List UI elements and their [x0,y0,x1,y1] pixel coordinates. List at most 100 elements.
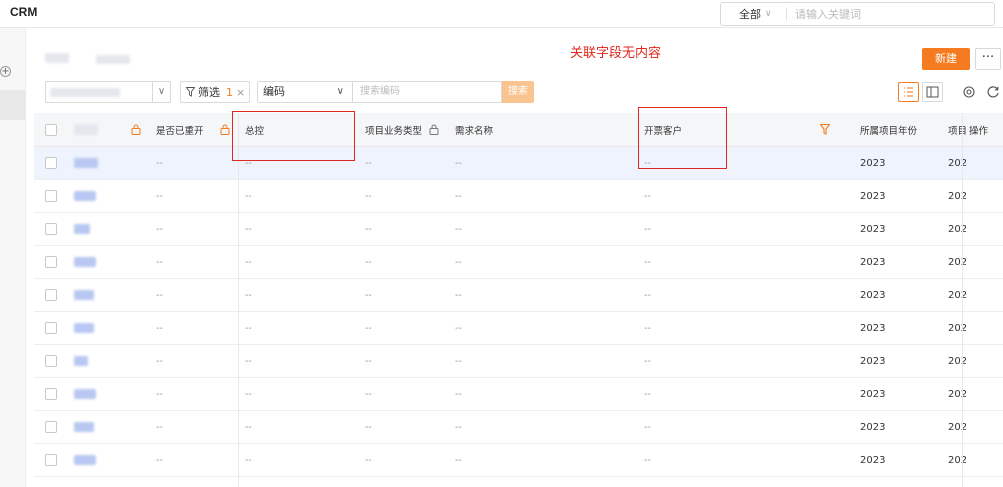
cell-project-short: 202 [948,289,968,301]
row-name-redacted[interactable] [74,191,96,201]
table-row[interactable]: -- -- -- -- -- 2023 202 [34,180,1003,213]
table-row[interactable]: -- -- -- -- -- 2023 202 [34,378,1003,411]
cell-reopened: -- [156,256,163,268]
global-search-input[interactable]: 请输入关键词 [787,6,861,22]
cell-project-short: 202 [948,190,968,202]
col-header-project-year[interactable]: 所属项目年份 [860,113,917,146]
row-name-redacted[interactable] [74,224,90,234]
cell-project-short: 202 [948,223,968,235]
row-name-redacted[interactable] [74,356,88,366]
cell-master: -- [245,190,252,202]
cell-biz-type: -- [365,289,372,301]
filter-chip[interactable]: 筛选 1 × [180,81,250,103]
cell-biz-type: -- [365,157,372,169]
cell-master: -- [245,355,252,367]
table-row[interactable]: -- -- -- -- -- 2023 202 [34,246,1003,279]
more-button[interactable]: ··· [975,48,1001,70]
app-title: CRM [10,5,38,19]
row-name-redacted[interactable] [74,257,96,267]
cell-project-year: 2023 [860,421,886,433]
chevron-down-icon: ∨ [152,82,170,102]
cell-master: -- [245,289,252,301]
table-row[interactable]: -- -- -- -- -- 2023 202 [34,411,1003,444]
row-name-redacted[interactable] [74,290,94,300]
table-row[interactable]: -- -- -- -- -- 2023 202 [34,444,1003,477]
list-view-icon[interactable] [898,82,919,102]
add-icon[interactable]: + [0,66,11,77]
row-checkbox[interactable] [45,444,57,476]
lock-icon [131,113,141,146]
cell-demand: -- [455,322,462,334]
cell-invoice-customer: -- [644,388,651,400]
cell-reopened: -- [156,157,163,169]
cell-biz-type: -- [365,355,372,367]
cell-invoice-customer: -- [644,223,651,235]
row-checkbox[interactable] [45,213,57,245]
settings-icon[interactable] [961,84,977,100]
data-table: 是否已重开 总控 项目业务类型 需求名称 开票客户 所属项目年份 项目 操作 -… [34,113,1003,477]
global-search: 全部 ∨ 请输入关键词 [720,2,995,26]
cell-reopened: -- [156,289,163,301]
funnel-icon [186,87,195,97]
table-row[interactable]: -- -- -- -- -- 2023 202 [34,147,1003,180]
col-header-project-short[interactable]: 项目 [948,113,967,146]
row-checkbox[interactable] [45,345,57,377]
chevron-down-icon: ∨ [765,9,772,19]
cell-project-short: 202 [948,355,968,367]
cell-invoice-customer: -- [644,454,651,466]
funnel-icon[interactable] [820,113,830,146]
lock-icon [220,113,230,146]
cell-project-short: 202 [948,157,968,169]
cell-master: -- [245,256,252,268]
chevron-down-icon: ∨ [336,86,344,97]
select-all-checkbox[interactable] [45,113,57,146]
table-row[interactable]: -- -- -- -- -- 2023 202 [34,213,1003,246]
row-name-redacted[interactable] [74,455,96,465]
table-row[interactable]: -- -- -- -- -- 2023 202 [34,345,1003,378]
search-field-select[interactable]: 编码 ∨ [257,81,352,103]
page-title-redacted [45,53,69,63]
row-checkbox[interactable] [45,411,57,443]
cell-project-year: 2023 [860,322,886,334]
cell-invoice-customer: -- [644,421,651,433]
row-name-redacted[interactable] [74,158,98,168]
row-checkbox[interactable] [45,246,57,278]
new-button[interactable]: 新建 [922,48,970,70]
col-header-actions: 操作 [969,125,989,137]
cell-biz-type: -- [365,454,372,466]
cell-reopened: -- [156,454,163,466]
row-checkbox[interactable] [45,279,57,311]
cell-invoice-customer: -- [644,322,651,334]
cell-reopened: -- [156,388,163,400]
table-body: -- -- -- -- -- 2023 202 -- -- -- -- -- 2023 202 -- -- --… [34,147,1003,477]
row-checkbox[interactable] [45,378,57,410]
view-select[interactable]: ∨ [45,81,171,103]
col-header-reopened[interactable]: 是否已重开 [156,113,204,146]
row-checkbox[interactable] [45,147,57,179]
search-scope-select[interactable]: 全部 ∨ [721,7,787,21]
cell-project-year: 2023 [860,157,886,169]
row-checkbox[interactable] [45,180,57,212]
table-row[interactable]: -- -- -- -- -- 2023 202 [34,279,1003,312]
cell-reopened: -- [156,421,163,433]
page-subtitle-redacted [96,55,130,64]
cell-demand: -- [455,157,462,169]
cell-demand: -- [455,190,462,202]
search-input[interactable]: 搜索编码 [352,81,502,103]
search-button[interactable]: 搜索 [502,81,534,103]
row-name-redacted[interactable] [74,422,94,432]
main-panel: 关联字段无内容 新建 ··· ∨ 筛选 1 × 编码 ∨ 搜索编码 搜索 是否已… [34,36,1003,487]
row-name-redacted[interactable] [74,389,96,399]
left-nav-selected-item[interactable] [0,90,26,120]
row-name-redacted[interactable] [74,323,94,333]
card-view-icon[interactable] [922,82,943,102]
table-row[interactable]: -- -- -- -- -- 2023 202 [34,312,1003,345]
col-header-demand[interactable]: 需求名称 [455,113,493,146]
refresh-icon[interactable] [985,84,1001,100]
cell-reopened: -- [156,355,163,367]
highlight-box-master [232,111,355,161]
view-select-value-redacted [50,88,120,97]
row-checkbox[interactable] [45,312,57,344]
col-header-biz-type[interactable]: 项目业务类型 [365,113,422,146]
clear-filter-icon[interactable]: × [236,86,245,99]
